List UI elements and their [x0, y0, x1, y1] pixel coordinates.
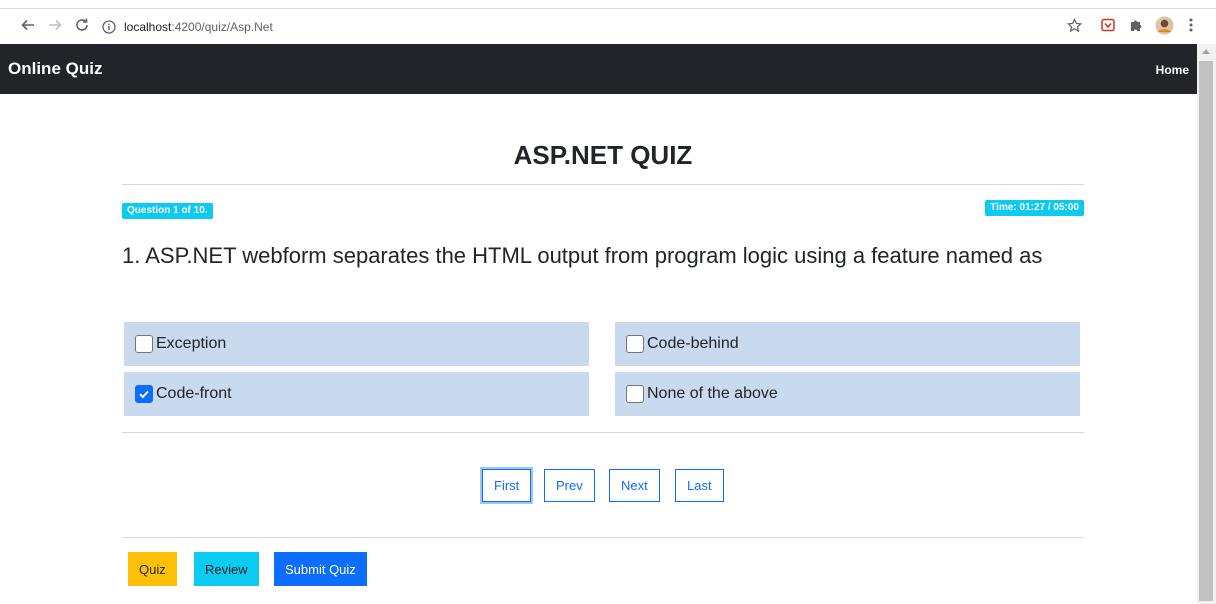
- info-icon[interactable]: [102, 20, 116, 34]
- brand-link[interactable]: Online Quiz: [8, 59, 102, 79]
- prev-button[interactable]: Prev: [544, 469, 595, 502]
- option-label: None of the above: [647, 385, 778, 402]
- timer-badge: Time: 01:27 / 05:00: [985, 200, 1084, 216]
- page-scrollbar[interactable]: [1197, 44, 1216, 604]
- nav-home-link[interactable]: Home: [1156, 63, 1189, 77]
- divider: [122, 537, 1084, 538]
- forward-arrow-icon[interactable]: [44, 14, 66, 36]
- reload-icon[interactable]: [71, 14, 93, 36]
- checkbox-checked[interactable]: [135, 385, 153, 403]
- question-text: 1. ASP.NET webform separates the HTML ou…: [122, 243, 1043, 268]
- url-host: localhost: [124, 20, 172, 34]
- option-label: Code-front: [156, 385, 232, 402]
- more-vert-icon[interactable]: [1181, 15, 1201, 35]
- first-button[interactable]: First: [482, 469, 532, 502]
- scrollbar-thumb[interactable]: [1199, 61, 1213, 601]
- option-label: Code-behind: [647, 335, 739, 352]
- option-code-front[interactable]: Code-front: [124, 372, 589, 416]
- checkbox-unchecked[interactable]: [626, 385, 644, 403]
- checkbox-unchecked[interactable]: [626, 335, 644, 353]
- review-button[interactable]: Review: [194, 552, 259, 586]
- last-button[interactable]: Last: [675, 469, 724, 502]
- browser-chrome: localhost:4200/quiz/Asp.Net: [0, 0, 1216, 44]
- quiz-title: ASP.NET QUIZ: [513, 140, 693, 170]
- quiz-button[interactable]: Quiz: [128, 552, 177, 586]
- check-icon: [139, 390, 149, 399]
- submit-quiz-button[interactable]: Submit Quiz: [274, 552, 367, 586]
- shield-extension-icon[interactable]: [1098, 15, 1118, 35]
- divider: [122, 432, 1084, 433]
- url-path: :4200/quiz/Asp.Net: [171, 20, 273, 34]
- question-progress-badge: Question 1 of 10.: [122, 203, 213, 219]
- tab-strip: [0, 0, 1216, 9]
- back-arrow-icon[interactable]: [17, 14, 39, 36]
- address-bar[interactable]: localhost:4200/quiz/Asp.Net: [102, 15, 1142, 39]
- checkbox-unchecked[interactable]: [135, 335, 153, 353]
- navbar: Online Quiz Home: [0, 44, 1197, 94]
- option-exception[interactable]: Exception: [124, 322, 589, 366]
- star-icon[interactable]: [1064, 15, 1084, 35]
- url-text[interactable]: localhost:4200/quiz/Asp.Net: [124, 20, 273, 34]
- option-label: Exception: [156, 335, 227, 352]
- next-button[interactable]: Next: [609, 469, 660, 502]
- option-none-of-the-above[interactable]: None of the above: [615, 372, 1080, 416]
- puzzle-extensions-icon[interactable]: [1126, 15, 1146, 35]
- option-code-behind[interactable]: Code-behind: [615, 322, 1080, 366]
- divider: [122, 184, 1084, 185]
- scroll-up-arrow-icon[interactable]: [1202, 49, 1210, 54]
- profile-avatar-icon[interactable]: [1154, 15, 1174, 35]
